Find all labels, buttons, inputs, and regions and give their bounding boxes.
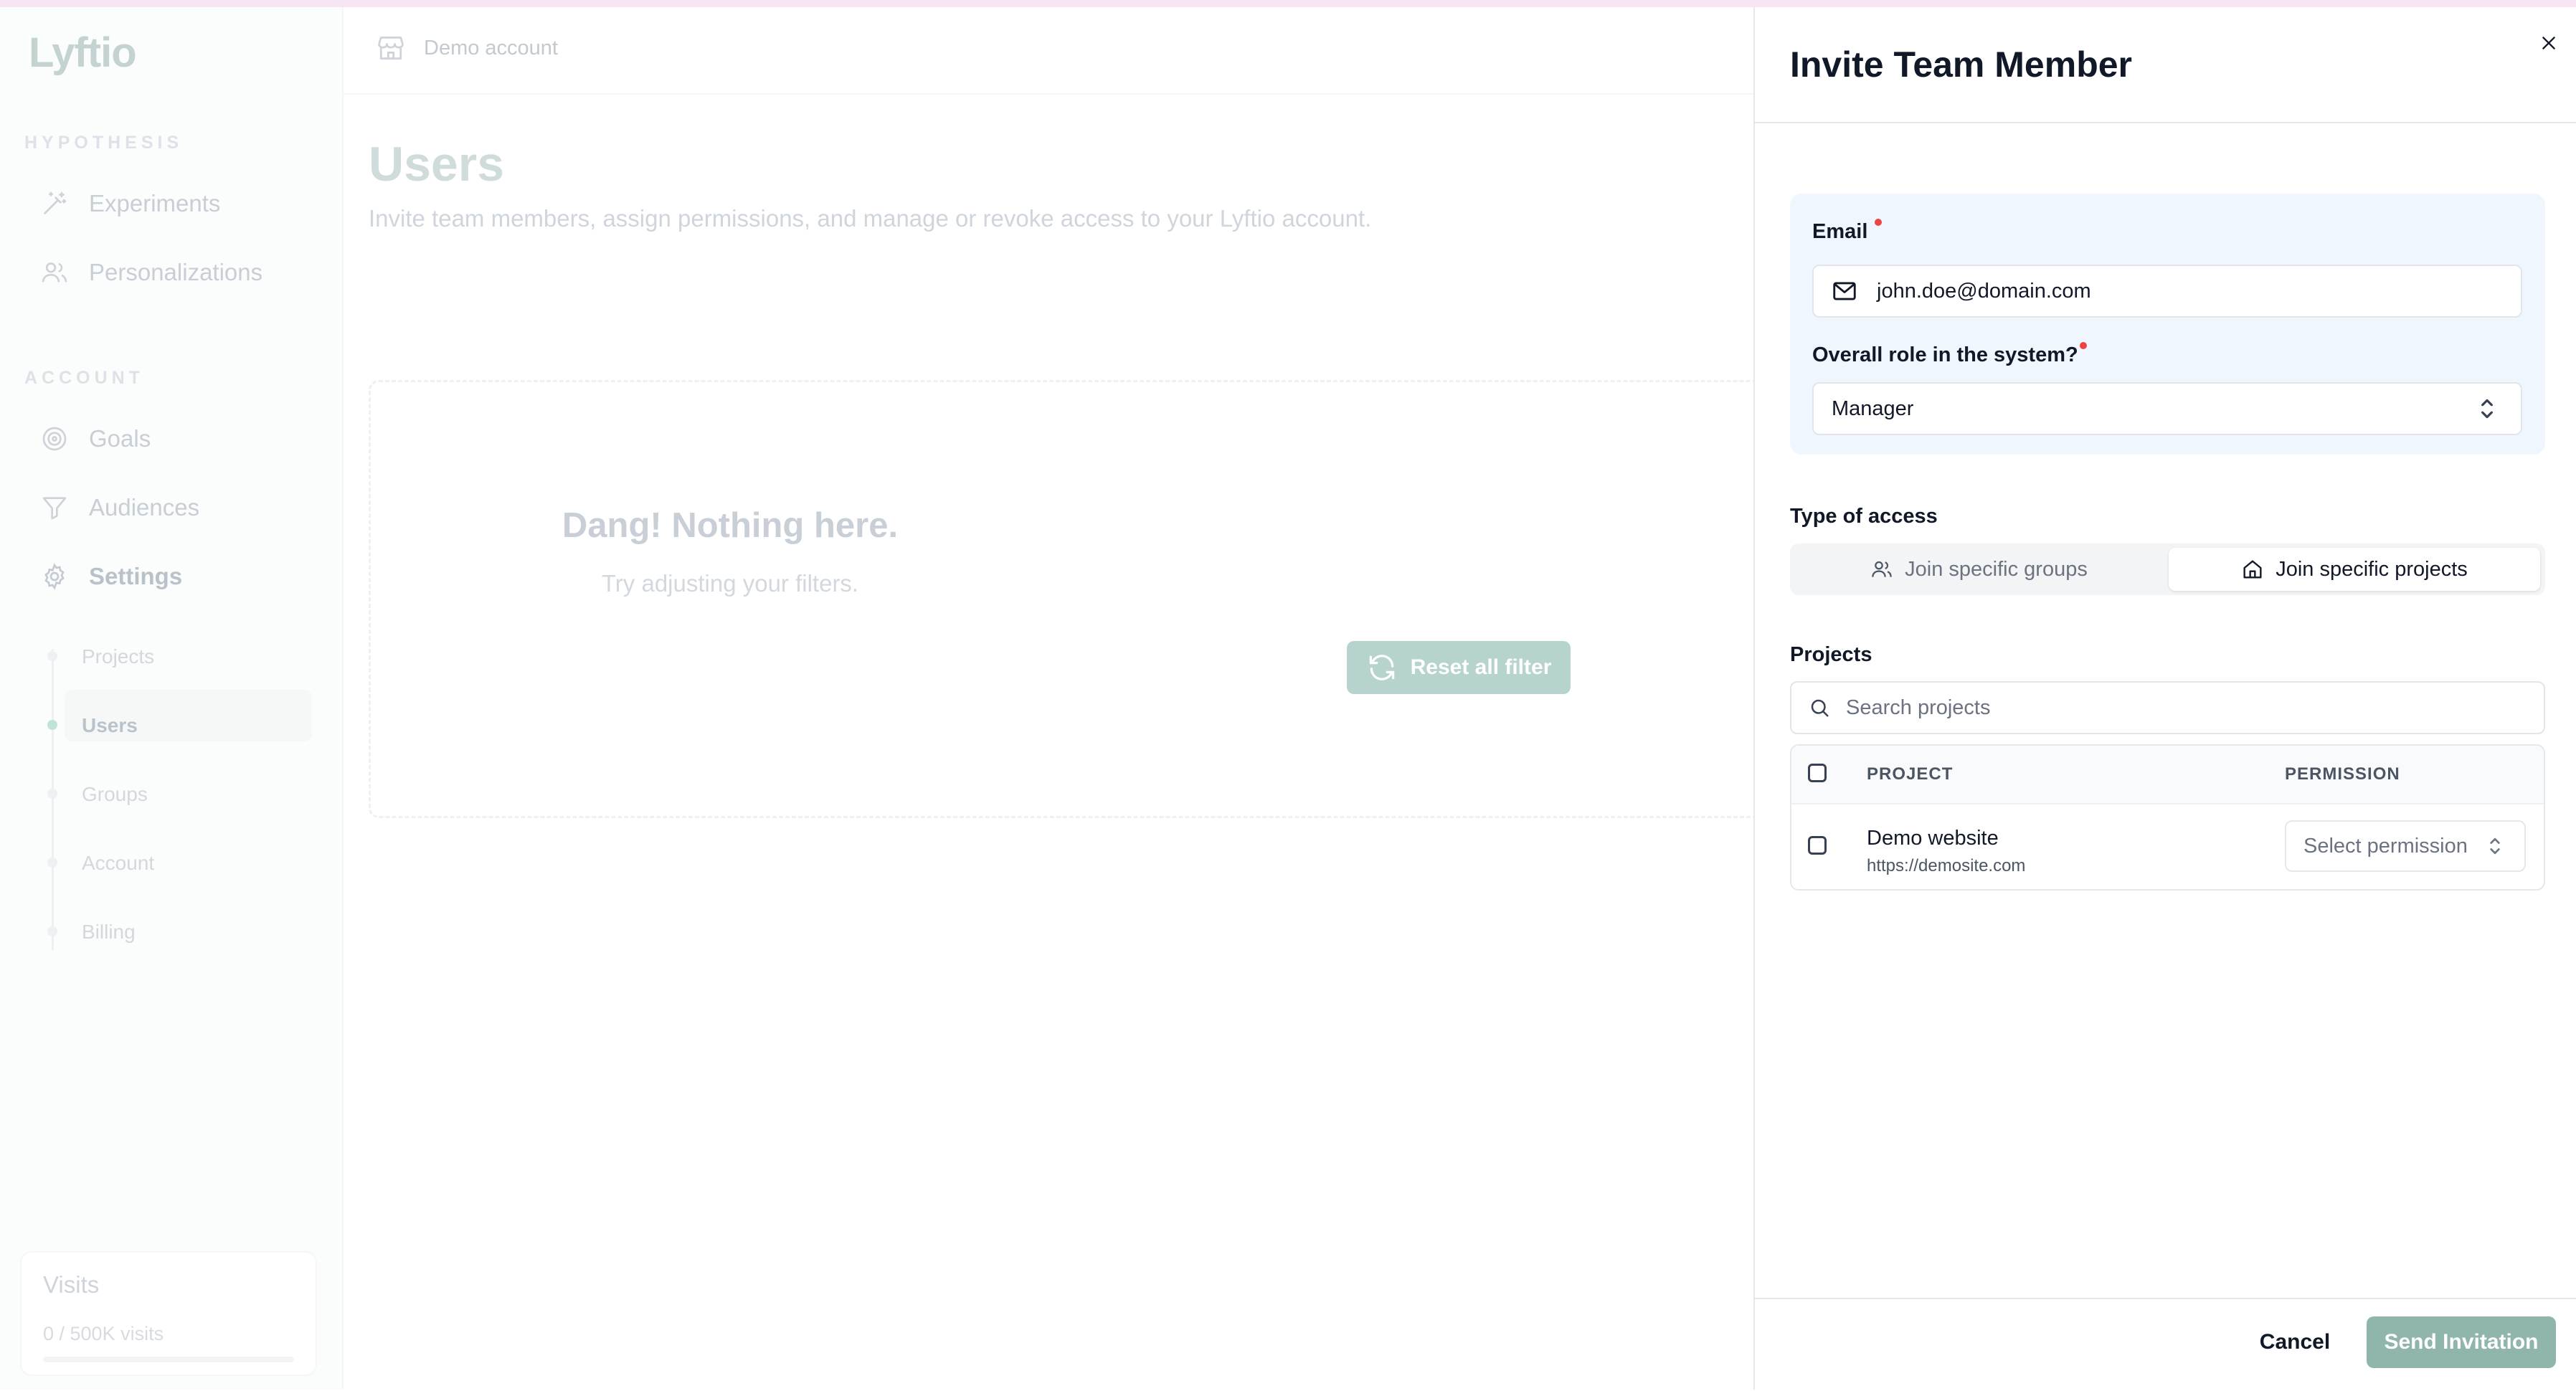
users-icon (42, 262, 67, 283)
tab-label: Join specific groups (1905, 557, 2088, 581)
refresh-icon (1369, 655, 1394, 680)
sidebar-item-label: Personalizations (89, 259, 263, 285)
sidebar-section-hypothesis: HYPOTHESIS (24, 133, 184, 153)
mail-icon (1833, 282, 1856, 300)
sidebar-item-goals[interactable]: Goals (40, 417, 151, 460)
sidebar-sub-account[interactable]: Account (82, 852, 154, 875)
chevron-updown-icon (2481, 399, 2493, 419)
project-name: Demo website (1867, 827, 1999, 850)
close-button[interactable] (2534, 29, 2563, 57)
panel-title: Invite Team Member (1790, 44, 2133, 85)
email-value: john.doe@domain.com (1877, 279, 2091, 303)
visits-title: Visits (43, 1271, 100, 1298)
target-icon (42, 427, 67, 451)
page-title: Users (369, 137, 505, 191)
column-permission: PERMISSION (2285, 764, 2400, 784)
account-switcher[interactable]: Demo account (375, 32, 558, 64)
projects-table: PROJECT PERMISSION Demo website https://… (1790, 744, 2545, 891)
empty-state-card (369, 380, 1756, 818)
project-url: https://demosite.com (1867, 856, 2026, 875)
sub-dot-active (47, 720, 57, 730)
search-projects-input[interactable]: Search projects (1790, 681, 2545, 734)
store-icon (378, 36, 404, 60)
sidebar: Lyftio HYPOTHESIS Experiments Personaliz… (0, 7, 344, 1390)
sub-dot (47, 651, 57, 661)
sidebar-sub-projects[interactable]: Projects (82, 645, 154, 668)
sidebar-section-account: ACCOUNT (24, 368, 144, 388)
topbar: Demo account (344, 7, 1753, 95)
permission-placeholder: Select permission (2303, 834, 2468, 858)
permission-select[interactable]: Select permission (2285, 820, 2526, 872)
page-description: Invite team members, assign permissions,… (369, 205, 1372, 232)
reset-filter-label: Reset all filter (1410, 655, 1552, 679)
sidebar-sub-users[interactable]: Users (82, 714, 138, 737)
top-accent-line (0, 0, 2576, 7)
sidebar-sub-billing[interactable]: Billing (82, 921, 136, 944)
home-icon (2243, 560, 2262, 579)
sidebar-sub-groups[interactable]: Groups (82, 783, 148, 806)
sidebar-item-label: Goals (89, 425, 151, 452)
search-icon (1811, 699, 1829, 717)
search-placeholder: Search projects (1846, 696, 1991, 719)
reset-filter-button[interactable]: Reset all filter (1347, 641, 1571, 694)
role-label: Overall role in the system? (1812, 343, 2078, 366)
visits-usage: 0 / 500K visits (43, 1323, 164, 1344)
send-invitation-button[interactable]: Send Invitation (2367, 1316, 2556, 1368)
cancel-button[interactable]: Cancel (2245, 1316, 2345, 1368)
column-project: PROJECT (1867, 764, 1954, 784)
required-indicator (1875, 219, 1882, 226)
tab-join-projects[interactable]: Join specific projects (2169, 548, 2540, 591)
invite-panel: Invite Team Member Email john.doe@domain… (1753, 7, 2576, 1390)
access-type-toggle: Join specific groups Join specific proje… (1790, 543, 2545, 595)
row-checkbox[interactable] (1808, 836, 1827, 855)
table-header: PROJECT PERMISSION (1791, 746, 2544, 804)
projects-label: Projects (1790, 643, 1872, 666)
chevron-updown-icon (2490, 837, 2500, 855)
empty-state-title: Dang! Nothing here. (562, 506, 899, 545)
visits-card: Visits 0 / 500K visits (20, 1251, 317, 1376)
account-name: Demo account (424, 36, 558, 60)
required-indicator (2080, 342, 2087, 349)
select-all-checkbox[interactable] (1808, 764, 1827, 782)
logo: Lyftio (29, 29, 137, 76)
panel-header: Invite Team Member (1755, 7, 2576, 123)
panel-footer: Cancel Send Invitation (1755, 1298, 2576, 1391)
email-field[interactable]: john.doe@domain.com (1812, 265, 2522, 318)
visits-progress-bar (43, 1357, 294, 1362)
access-type-label: Type of access (1790, 505, 1938, 528)
sub-dot (47, 926, 57, 936)
sidebar-item-label: Experiments (89, 190, 221, 217)
role-select[interactable]: Manager (1812, 382, 2522, 435)
sub-dot (47, 858, 57, 868)
tab-join-groups[interactable]: Join specific groups (1794, 548, 2164, 591)
role-value: Manager (1832, 397, 1914, 420)
empty-state-subtitle: Try adjusting your filters. (601, 570, 859, 597)
sidebar-item-experiments[interactable]: Experiments (40, 182, 220, 225)
sub-dot (47, 789, 57, 799)
email-label: Email (1812, 220, 1868, 243)
app-background: Lyftio HYPOTHESIS Experiments Personaliz… (0, 7, 1756, 1390)
tab-label: Join specific projects (2276, 557, 2468, 581)
users-icon (1872, 561, 1892, 577)
wand-icon (44, 191, 67, 214)
settings-sub-line (52, 649, 54, 950)
sidebar-item-personalizations[interactable]: Personalizations (40, 251, 262, 294)
close-icon (2542, 37, 2555, 49)
